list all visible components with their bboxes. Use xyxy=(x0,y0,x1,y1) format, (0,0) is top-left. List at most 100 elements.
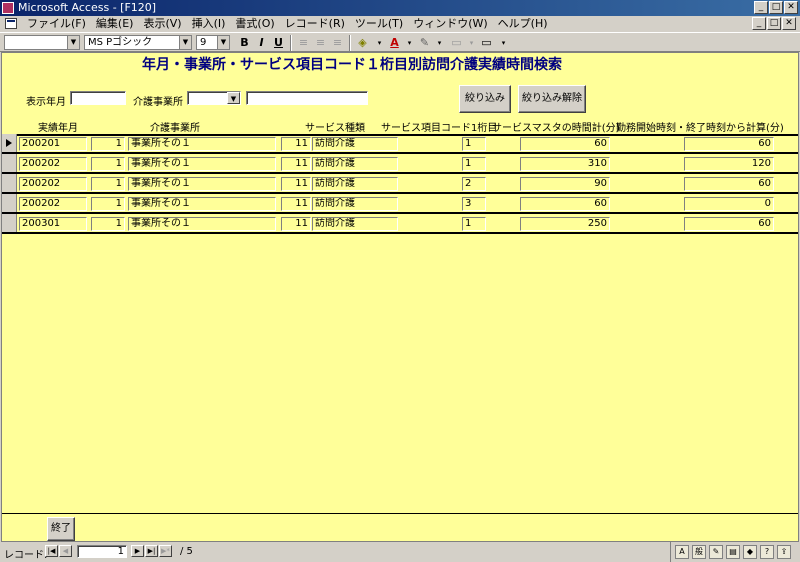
new-record-button[interactable]: ▶* xyxy=(159,545,172,557)
maximize-button[interactable]: □ xyxy=(769,1,783,14)
menu-view[interactable]: 表示(V) xyxy=(138,17,186,31)
cell-master-total[interactable]: 90 xyxy=(520,177,610,191)
cell-office-name[interactable]: 事業所その１ xyxy=(128,217,276,231)
cell-code-digit[interactable]: 1 xyxy=(462,157,486,171)
close-button[interactable]: ✕ xyxy=(784,1,798,14)
cell-code-digit[interactable]: 2 xyxy=(462,177,486,191)
exit-button[interactable]: 終了 xyxy=(47,517,75,541)
next-record-button[interactable]: ▶ xyxy=(131,545,144,557)
cell-service-name[interactable]: 訪問介護 xyxy=(312,137,398,151)
record-selector-current[interactable] xyxy=(2,134,17,152)
cell-master-total[interactable]: 60 xyxy=(520,137,610,151)
cell-calc-total[interactable]: 0 xyxy=(684,197,774,211)
ime-conversion-icon[interactable]: 般 xyxy=(692,545,706,559)
cell-service-name[interactable]: 訪問介護 xyxy=(312,197,398,211)
menu-edit[interactable]: 編集(E) xyxy=(91,17,139,31)
filter-clear-button[interactable]: 絞り込み解除 xyxy=(518,85,586,113)
ime-dictionary-icon[interactable]: ▤ xyxy=(726,545,740,559)
cell-code-digit[interactable]: 1 xyxy=(462,137,486,151)
cell-office-name[interactable]: 事業所その１ xyxy=(128,157,276,171)
menu-format[interactable]: 書式(O) xyxy=(230,17,279,31)
font-name-select[interactable]: MS Pゴシック ▼ xyxy=(84,35,192,50)
fill-color-icon[interactable]: ◈ xyxy=(354,35,371,51)
cell-service-no[interactable]: 11 xyxy=(281,137,311,151)
ime-mode-icon[interactable]: A xyxy=(675,545,689,559)
doc-restore-button[interactable]: □ xyxy=(767,17,781,30)
table-row[interactable]: 200201 1 事業所その１ 11 訪問介護 1 60 60 xyxy=(2,134,798,154)
align-right-icon[interactable]: ≡ xyxy=(329,35,346,51)
cell-master-total[interactable]: 250 xyxy=(520,217,610,231)
first-record-button[interactable]: |◀ xyxy=(45,545,58,557)
cell-service-name[interactable]: 訪問介護 xyxy=(312,157,398,171)
ime-pad-icon[interactable]: ✎ xyxy=(709,545,723,559)
previous-record-button[interactable]: ◀ xyxy=(59,545,72,557)
menu-records[interactable]: レコード(R) xyxy=(280,17,350,31)
year-month-input[interactable] xyxy=(70,91,126,105)
table-row[interactable]: 200202 1 事業所その１ 11 訪問介護 1 310 120 xyxy=(2,154,798,174)
doc-minimize-button[interactable]: _ xyxy=(752,17,766,30)
cell-service-no[interactable]: 11 xyxy=(281,217,311,231)
cell-office-no[interactable]: 1 xyxy=(91,197,125,211)
cell-year-month[interactable]: 200202 xyxy=(19,197,87,211)
cell-calc-total[interactable]: 60 xyxy=(684,177,774,191)
chevron-down-icon[interactable]: ▼ xyxy=(179,36,191,49)
form-window-icon[interactable] xyxy=(5,18,17,29)
align-center-icon[interactable]: ≡ xyxy=(312,35,329,51)
cell-office-name[interactable]: 事業所その１ xyxy=(128,137,276,151)
italic-button[interactable]: I xyxy=(253,35,270,51)
cell-service-no[interactable]: 11 xyxy=(281,177,311,191)
menu-file[interactable]: ファイル(F) xyxy=(22,17,91,31)
cell-year-month[interactable]: 200202 xyxy=(19,177,87,191)
font-size-select[interactable]: 9 ▼ xyxy=(196,35,230,50)
underline-button[interactable]: U xyxy=(270,35,287,51)
caps-kana-icon[interactable]: ⇪ xyxy=(777,545,791,559)
current-record-input[interactable]: 1 xyxy=(77,545,127,558)
cell-calc-total[interactable]: 60 xyxy=(684,217,774,231)
cell-office-no[interactable]: 1 xyxy=(91,157,125,171)
cell-year-month[interactable]: 200301 xyxy=(19,217,87,231)
cell-calc-total[interactable]: 120 xyxy=(684,157,774,171)
cell-service-name[interactable]: 訪問介護 xyxy=(312,177,398,191)
cell-master-total[interactable]: 310 xyxy=(520,157,610,171)
chevron-down-icon[interactable]: ▾ xyxy=(495,35,512,51)
record-selector[interactable] xyxy=(2,214,17,232)
bold-button[interactable]: B xyxy=(236,35,253,51)
cell-code-digit[interactable]: 3 xyxy=(462,197,486,211)
record-selector[interactable] xyxy=(2,194,17,212)
special-effect-icon[interactable]: ▭ xyxy=(478,35,495,51)
table-row[interactable]: 200202 1 事業所その１ 11 訪問介護 3 60 0 xyxy=(2,194,798,214)
cell-calc-total[interactable]: 60 xyxy=(684,137,774,151)
cell-office-no[interactable]: 1 xyxy=(91,137,125,151)
cell-year-month[interactable]: 200201 xyxy=(19,137,87,151)
minimize-button[interactable]: _ xyxy=(754,1,768,14)
table-row[interactable]: 200301 1 事業所その１ 11 訪問介護 1 250 60 xyxy=(2,214,798,234)
chevron-down-icon[interactable]: ▼ xyxy=(67,36,79,49)
menu-insert[interactable]: 挿入(I) xyxy=(187,17,231,31)
menu-window[interactable]: ウィンドウ(W) xyxy=(408,17,492,31)
table-row[interactable]: 200202 1 事業所その１ 11 訪問介護 2 90 60 xyxy=(2,174,798,194)
access-app-icon[interactable] xyxy=(2,2,14,14)
cell-service-name[interactable]: 訪問介護 xyxy=(312,217,398,231)
chevron-down-icon[interactable]: ▼ xyxy=(217,36,229,49)
cell-office-name[interactable]: 事業所その１ xyxy=(128,197,276,211)
cell-office-name[interactable]: 事業所その１ xyxy=(128,177,276,191)
record-selector[interactable] xyxy=(2,174,17,192)
align-left-icon[interactable]: ≡ xyxy=(295,35,312,51)
ime-tool-icon[interactable]: ◆ xyxy=(743,545,757,559)
last-record-button[interactable]: ▶| xyxy=(145,545,158,557)
menu-tools[interactable]: ツール(T) xyxy=(350,17,408,31)
cell-office-no[interactable]: 1 xyxy=(91,217,125,231)
record-selector[interactable] xyxy=(2,154,17,172)
cell-master-total[interactable]: 60 xyxy=(520,197,610,211)
object-select[interactable]: ▼ xyxy=(4,35,80,50)
menu-help[interactable]: ヘルプ(H) xyxy=(493,17,553,31)
cell-service-no[interactable]: 11 xyxy=(281,197,311,211)
filter-apply-button[interactable]: 絞り込み xyxy=(459,85,511,113)
chevron-down-icon[interactable]: ▼ xyxy=(227,92,240,104)
cell-code-digit[interactable]: 1 xyxy=(462,217,486,231)
chevron-down-icon[interactable]: ▾ xyxy=(431,35,448,51)
ime-help-icon[interactable]: ? xyxy=(760,545,774,559)
cell-office-no[interactable]: 1 xyxy=(91,177,125,191)
cell-service-no[interactable]: 11 xyxy=(281,157,311,171)
cell-year-month[interactable]: 200202 xyxy=(19,157,87,171)
